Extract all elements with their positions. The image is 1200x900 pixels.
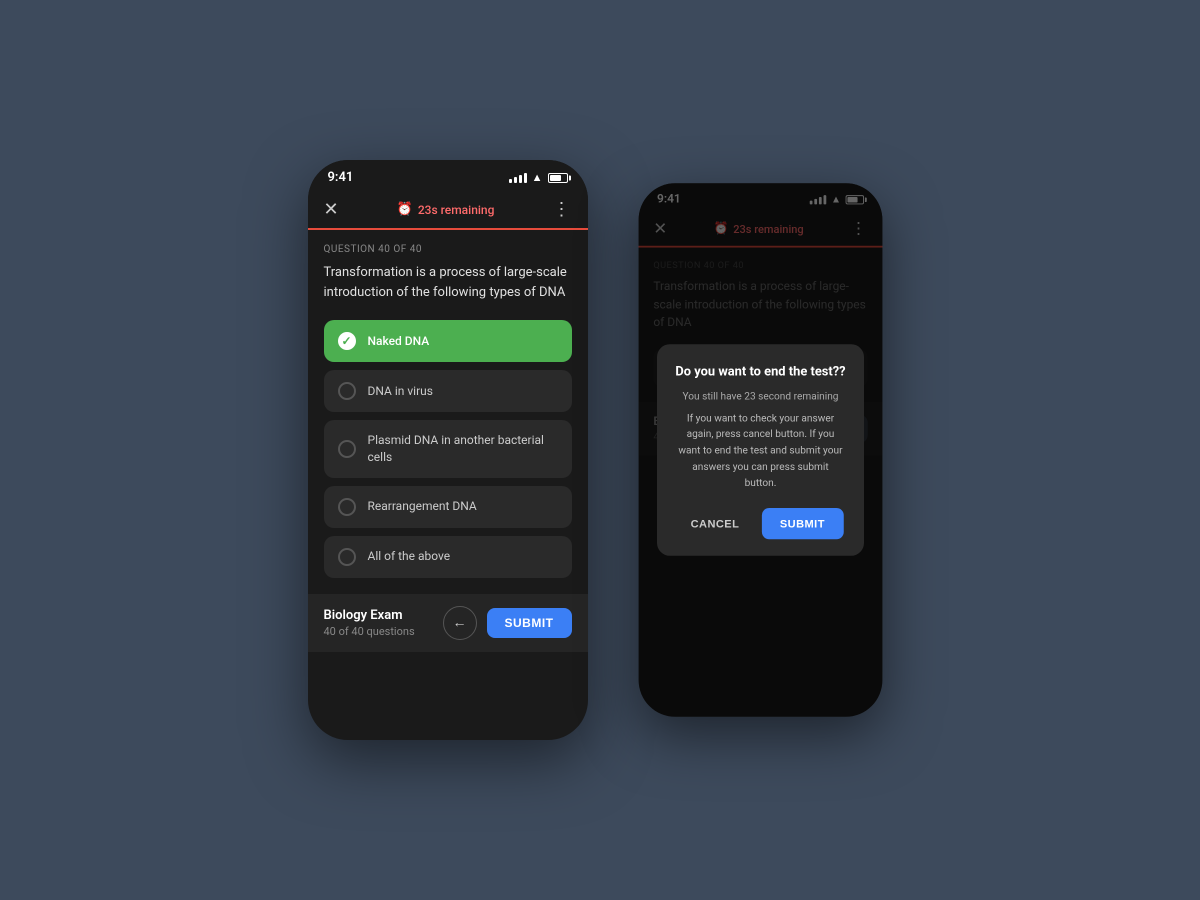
status-icons-primary: ▲ bbox=[509, 171, 568, 184]
exam-subtitle-primary: 40 of 40 questions bbox=[324, 625, 415, 638]
option-text-5: All of the above bbox=[368, 548, 451, 565]
question-area-primary: QUESTION 40 OF 40 Transformation is a pr… bbox=[308, 230, 588, 312]
option-radio-3 bbox=[338, 440, 356, 458]
status-time-primary: 9:41 bbox=[328, 170, 354, 185]
phone-primary: 9:41 ▲ ✕ ⏰ 23s remaining ⋮ bbox=[308, 160, 588, 740]
close-button-primary[interactable]: ✕ bbox=[324, 199, 339, 220]
more-button-primary[interactable]: ⋮ bbox=[553, 199, 572, 220]
option-radio-4 bbox=[338, 498, 356, 516]
options-area-primary: ✓ Naked DNA DNA in virus Plasmid DNA in … bbox=[308, 312, 588, 594]
exam-info-primary: Biology Exam 40 of 40 questions bbox=[324, 608, 415, 638]
option-radio-2 bbox=[338, 382, 356, 400]
question-label-primary: QUESTION 40 OF 40 bbox=[324, 244, 572, 255]
option-dna-virus[interactable]: DNA in virus bbox=[324, 370, 572, 412]
phone-secondary: 9:41 ▲ ✕ ⏰ 23s remaining ⋮ bbox=[638, 183, 882, 717]
option-all-above-primary[interactable]: All of the above bbox=[324, 536, 572, 578]
dialog-cancel-button[interactable]: CANCEL bbox=[677, 508, 752, 539]
timer-area-primary: ⏰ 23s remaining bbox=[397, 202, 495, 217]
exam-title-primary: Biology Exam bbox=[324, 608, 415, 623]
scene: 9:41 ▲ ✕ ⏰ 23s remaining ⋮ bbox=[308, 160, 893, 740]
bottom-bar-primary: Biology Exam 40 of 40 questions ← SUBMIT bbox=[308, 594, 588, 652]
dialog-overlay: Do you want to end the test?? You still … bbox=[638, 183, 882, 717]
battery-icon-primary bbox=[548, 173, 568, 183]
dialog-buttons: CANCEL SUBMIT bbox=[675, 508, 845, 539]
checkmark-icon-1: ✓ bbox=[341, 334, 351, 348]
option-rearrangement-dna[interactable]: Rearrangement DNA bbox=[324, 486, 572, 528]
back-button-primary[interactable]: ← bbox=[443, 606, 477, 640]
submit-button-primary[interactable]: SUBMIT bbox=[487, 608, 572, 638]
dialog-time-remaining: You still have 23 second remaining bbox=[675, 389, 845, 405]
option-text-4: Rearrangement DNA bbox=[368, 498, 477, 515]
timer-text-primary: 23s remaining bbox=[418, 203, 495, 217]
wifi-icon-primary: ▲ bbox=[532, 171, 543, 184]
option-text-1: Naked DNA bbox=[368, 333, 430, 350]
option-plasmid-dna[interactable]: Plasmid DNA in another bacterial cells bbox=[324, 420, 572, 478]
signal-icon-primary bbox=[509, 173, 527, 183]
option-naked-dna[interactable]: ✓ Naked DNA bbox=[324, 320, 572, 362]
status-bar-primary: 9:41 ▲ bbox=[308, 160, 588, 191]
option-text-2: DNA in virus bbox=[368, 383, 433, 400]
option-radio-5 bbox=[338, 548, 356, 566]
clock-icon-primary: ⏰ bbox=[397, 202, 413, 217]
top-nav-primary: ✕ ⏰ 23s remaining ⋮ bbox=[308, 191, 588, 228]
back-icon-primary: ← bbox=[453, 614, 467, 631]
dialog-body: If you want to check your answer again, … bbox=[675, 410, 845, 491]
question-text-primary: Transformation is a process of large-sca… bbox=[324, 263, 572, 302]
nav-buttons-primary: ← SUBMIT bbox=[443, 606, 572, 640]
dialog-submit-button[interactable]: SUBMIT bbox=[761, 508, 843, 539]
dialog-title: Do you want to end the test?? bbox=[675, 365, 845, 380]
confirmation-dialog: Do you want to end the test?? You still … bbox=[657, 344, 864, 555]
option-radio-1: ✓ bbox=[338, 332, 356, 350]
option-text-3: Plasmid DNA in another bacterial cells bbox=[368, 432, 558, 466]
